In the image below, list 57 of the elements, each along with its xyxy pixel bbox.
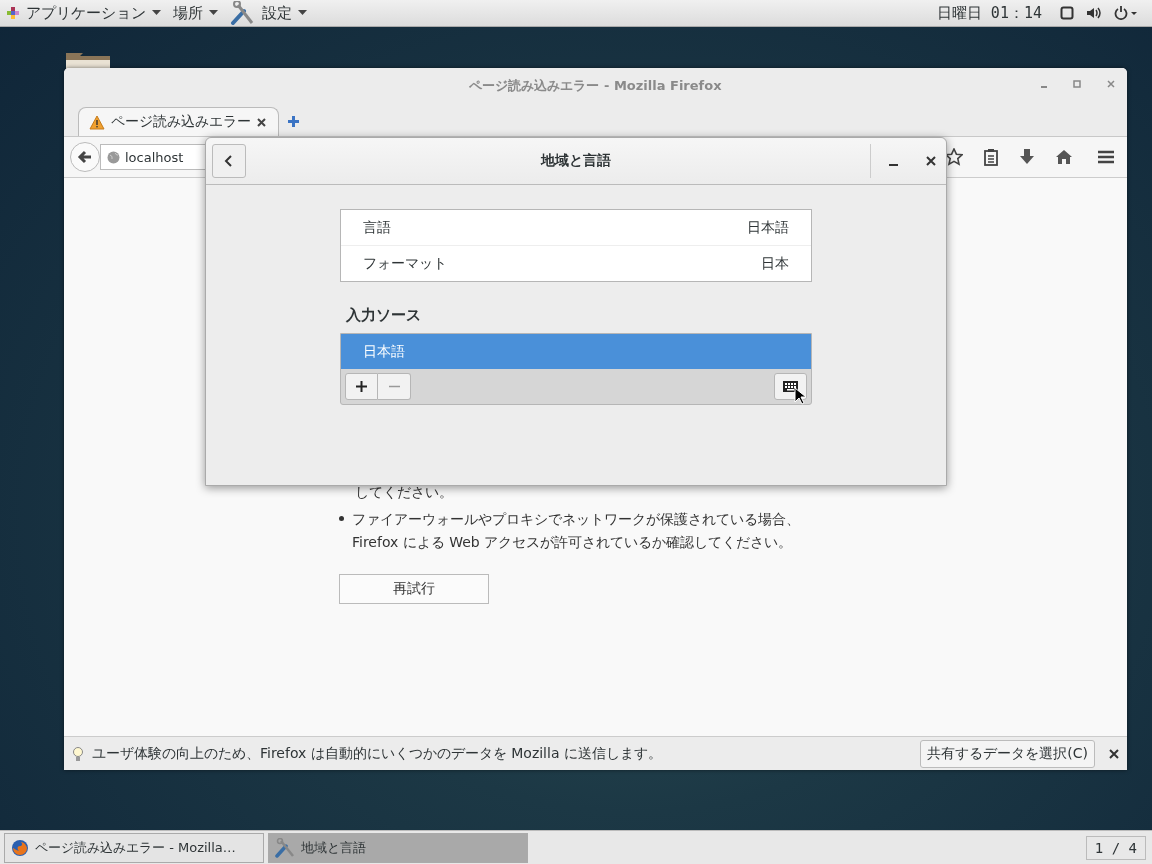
plus-icon (356, 381, 367, 392)
panel-menu[interactable]: アプリケーション (6, 3, 161, 23)
screen-icon[interactable] (1060, 6, 1074, 20)
mouse-cursor-icon (794, 387, 806, 405)
apps-logo-icon (6, 6, 20, 20)
error-text: ファイアーウォールやプロキシでネットワークが保護されている場合、 Firefox による Web アクセスが許可されているか確認してください。 (352, 510, 800, 552)
minimize-icon (889, 164, 898, 166)
caret-icon (209, 10, 218, 16)
taskbar-item[interactable]: 地域と言語 (268, 832, 528, 863)
row-value: 日本語 (747, 218, 789, 237)
lightbulb-icon (72, 745, 84, 762)
workspace-indicator[interactable]: 1 / 4 (1085, 835, 1146, 860)
close-icon (1107, 80, 1115, 88)
warning-icon (89, 114, 105, 130)
caret-icon (298, 10, 307, 16)
menu-icon[interactable] (1097, 149, 1115, 165)
clipboard-icon[interactable] (983, 148, 999, 166)
keyboard-icon (783, 381, 798, 392)
maximize-icon (1073, 80, 1081, 88)
back-arrow-icon (77, 149, 93, 165)
power-menu-icon[interactable] (1114, 6, 1138, 20)
home-icon[interactable] (1055, 149, 1073, 165)
close-icon (926, 156, 936, 166)
volume-icon[interactable] (1086, 6, 1102, 20)
clock[interactable]: 日曜日 01：14 (936, 3, 1042, 23)
globe-icon (107, 150, 120, 164)
caret-icon (152, 10, 161, 16)
minimize-icon (1041, 86, 1047, 88)
download-icon[interactable] (1019, 148, 1035, 166)
dialog-title: 地域と言語 (541, 152, 611, 170)
add-button[interactable] (345, 373, 378, 400)
browser-tab[interactable]: ページ読み込みエラー (78, 107, 279, 136)
settings-row[interactable]: 言語 日本語 (341, 210, 811, 246)
error-text: してください。 (355, 484, 454, 502)
retry-button[interactable]: 再試行 (339, 574, 489, 604)
taskbar-item[interactable]: ページ読み込みエラー - Mozilla… (4, 832, 264, 863)
panel-menu[interactable]: 設定 (230, 1, 307, 25)
settings-row[interactable]: フォーマット 日本 (341, 246, 811, 281)
back-button[interactable] (212, 144, 246, 178)
fox-globe-icon (11, 838, 29, 857)
choose-data-button[interactable]: 共有するデータを選択(C) (920, 739, 1095, 768)
new-tab-icon[interactable] (287, 115, 300, 128)
row-label: フォーマット (363, 254, 447, 273)
panel-menu[interactable]: 場所 (173, 3, 218, 23)
tools-icon (230, 1, 256, 25)
bookmark-star-icon[interactable] (945, 148, 963, 166)
tools-icon (275, 837, 295, 858)
close-tab-icon[interactable] (257, 117, 266, 127)
section-heading: 入力ソース (346, 306, 422, 325)
notification-text: ユーザ体験の向上のため、Firefox は自動的にいくつかのデータを Mozilla に送信します。 (92, 744, 662, 763)
chevron-left-icon (224, 155, 234, 167)
row-value: 日本 (761, 254, 789, 273)
window-title: ページ読み込みエラー - Mozilla Firefox (469, 77, 722, 95)
close-icon[interactable] (1109, 748, 1119, 759)
bullet-icon (339, 516, 344, 521)
row-label: 言語 (363, 218, 391, 237)
back-button[interactable] (70, 142, 100, 172)
